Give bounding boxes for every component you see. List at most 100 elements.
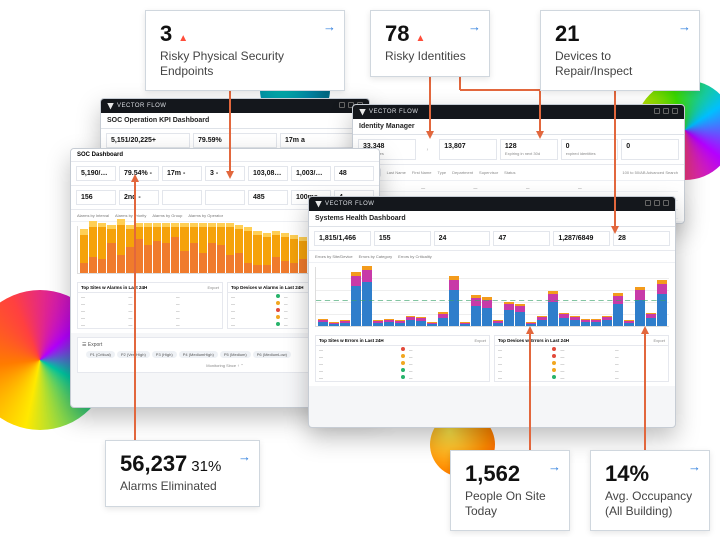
callout-devices-repair[interactable]: → 21 Devices to Repair/Inspect (540, 10, 700, 91)
kpi-card[interactable]: 28 (613, 231, 670, 246)
kpi-card[interactable]: 1,003/1,028 (291, 166, 331, 181)
tab[interactable]: Alarms by Priority (115, 212, 146, 219)
chip[interactable]: P4 (MediumHigh) (179, 351, 218, 358)
export-button[interactable]: Export (207, 285, 219, 290)
table-title: Top Devices w Errors in Last 24H (498, 338, 569, 343)
chip[interactable]: P1 (Critical) (86, 351, 115, 358)
filter-label[interactable]: Last Name (387, 170, 406, 175)
kpi-card[interactable]: 79.59% (193, 133, 277, 148)
kpi-card[interactable]: 155 (374, 231, 431, 246)
filter-label[interactable]: Department (452, 170, 473, 175)
kpi-card[interactable]: 5,190/4,461+ (76, 166, 116, 181)
titlebar[interactable]: VECTOR FLOW (353, 105, 684, 119)
kpi-card[interactable]: 128Expiring in next 30d (500, 139, 558, 160)
table-right: Top Devices w Errors in Last 24H Export —… (494, 335, 669, 382)
kpi-card[interactable]: 1,287/6849 (553, 231, 610, 246)
table-title: Top Sites w Alarms in Last 24H (81, 285, 147, 290)
table-title: Top Devices w Alarms in Last 24H (231, 285, 304, 290)
kpi-card[interactable] (162, 190, 202, 205)
filter-label[interactable]: Supervisor (479, 170, 498, 175)
kpi-card[interactable]: 103,081 460 (248, 166, 288, 181)
window-buttons[interactable] (651, 108, 678, 116)
export-button[interactable]: Export (474, 338, 486, 343)
table-row[interactable]: —— (316, 360, 489, 367)
status-dot-icon (552, 375, 556, 379)
titlebar[interactable]: VECTOR FLOW (309, 197, 675, 211)
callout-risky-identities[interactable]: → 78▲ Risky Identities (370, 10, 490, 77)
chip[interactable]: P6 (MediumLow) (253, 351, 291, 358)
table-left: Top Sites w Errors in Last 24HExport —— … (315, 335, 490, 382)
trend-up-icon: ▲ (178, 33, 188, 45)
table-row[interactable]: ——— (495, 353, 668, 360)
callout-label: People On Site Today (465, 489, 555, 518)
table-row[interactable]: ——— (495, 367, 668, 374)
chip[interactable]: P2 (VeryHigh) (117, 351, 150, 358)
tab[interactable]: Errors by Category (359, 253, 393, 260)
kpi-card[interactable]: 1,815/1,466 (314, 231, 371, 246)
callout-label: Risky Identities (385, 49, 475, 63)
table-row[interactable]: ——— (78, 321, 222, 328)
filter-label[interactable]: First Name (412, 170, 432, 175)
arrow-right-icon: → (688, 459, 701, 474)
kpi-card[interactable]: 24 (434, 231, 491, 246)
tab[interactable]: Alarms by Group (152, 212, 182, 219)
kpi-card[interactable]: 3 - (205, 166, 245, 181)
chip[interactable]: P5 (Medium) (220, 351, 251, 358)
kpi-card[interactable]: 48 (334, 166, 374, 181)
titlebar[interactable]: VECTOR FLOW (101, 99, 369, 113)
tab[interactable]: Errors by Criticality (398, 253, 432, 260)
chart-tabs: Errors by Site/Device Errors by Category… (309, 251, 675, 263)
callout-people-onsite[interactable]: → 1,562 People On Site Today (450, 450, 570, 531)
kpi-card[interactable]: 0 (621, 139, 679, 160)
kpi-card[interactable] (205, 190, 245, 205)
table-row[interactable]: ——— (78, 314, 222, 321)
kpi-card[interactable]: 79.54% - (119, 166, 159, 181)
kpi-card[interactable]: 2nd - (119, 190, 159, 205)
status-dot-icon (276, 294, 280, 298)
table-row[interactable]: —— (316, 346, 489, 353)
table-row[interactable]: —— (316, 367, 489, 374)
kpi-card[interactable]: 156 (76, 190, 116, 205)
callout-value: 56,237 (120, 451, 187, 476)
tab[interactable]: Alarms by Interval (77, 212, 109, 219)
table-row[interactable]: ——— (495, 374, 668, 381)
filter-label[interactable]: Type (437, 170, 446, 175)
table-row[interactable]: ————— (359, 183, 678, 192)
table-row[interactable]: —— (316, 353, 489, 360)
tab[interactable]: Alarms by Operator (188, 212, 223, 219)
tab[interactable]: Errors by Site/Device (315, 253, 353, 260)
callout-risky-endpoints[interactable]: → 3▲ Risky Physical Security Endpoints (145, 10, 345, 91)
kpi-card[interactable]: 485 (248, 190, 288, 205)
table-row[interactable]: ——— (495, 346, 668, 353)
brand-logo-icon (315, 201, 322, 208)
callout-value: 14% (605, 461, 649, 486)
page-title: SOC Dashboard (71, 149, 379, 162)
status-dot-icon (276, 315, 280, 319)
callout-value: 3 (160, 21, 172, 46)
table-title: Top Sites w Errors in Last 24H (319, 338, 384, 343)
table-row[interactable]: —— (316, 374, 489, 381)
kpi-card[interactable]: 17m - (162, 166, 202, 181)
page-title: Identity Manager (353, 119, 684, 135)
brand-text: VECTOR FLOW (117, 103, 166, 109)
kpi-card[interactable]: 47 (493, 231, 550, 246)
status-dot-icon (276, 308, 280, 312)
kpi-card[interactable]: 0expired identities (561, 139, 619, 160)
chevron-right-icon[interactable]: › (419, 139, 437, 160)
kpi-card[interactable]: 5,151/20,225+ (106, 133, 190, 148)
table-row[interactable]: ——— (78, 300, 222, 307)
kpi-card[interactable]: 13,807 (439, 139, 497, 160)
table-row[interactable]: ——— (495, 360, 668, 367)
collapse-icon[interactable]: ⌃ (240, 363, 243, 368)
window-buttons[interactable] (642, 200, 669, 208)
table-row[interactable]: ——— (78, 307, 222, 314)
callout-alarms-eliminated[interactable]: → 56,23731% Alarms Eliminated (105, 440, 260, 507)
export-button[interactable]: Export (88, 342, 102, 348)
filter-label[interactable]: Status (504, 170, 515, 175)
brand-logo-icon (359, 109, 366, 116)
callout-avg-occupancy[interactable]: → 14% Avg. Occupancy (All Building) (590, 450, 710, 531)
table-row[interactable]: ——— (78, 293, 222, 300)
chip[interactable]: P3 (High) (152, 351, 177, 358)
arrow-right-icon: → (678, 19, 691, 34)
export-button[interactable]: Export (653, 338, 665, 343)
